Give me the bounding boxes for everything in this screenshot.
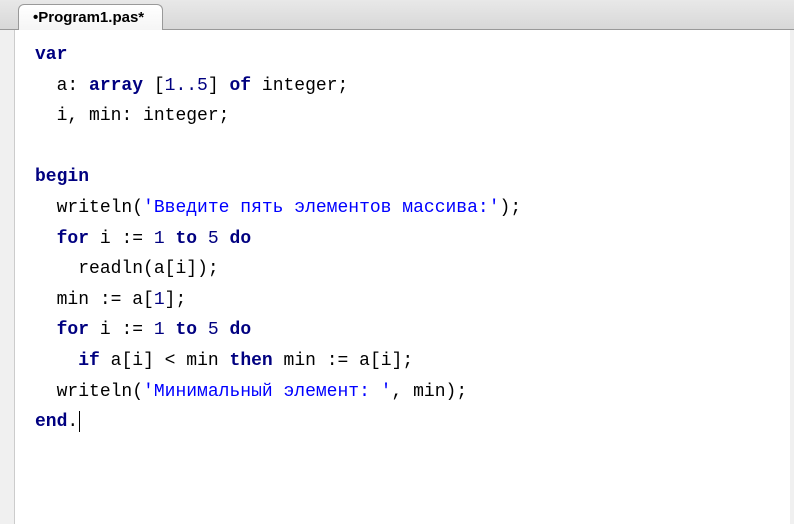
keyword-of: of <box>229 76 251 96</box>
fn-writeln: writeln <box>57 198 133 218</box>
identifier: min <box>57 290 89 310</box>
range: 1..5 <box>165 76 208 96</box>
identifier: min <box>186 351 218 371</box>
identifier: a <box>111 351 122 371</box>
identifier: i <box>57 106 68 126</box>
number: 1 <box>154 229 165 249</box>
identifier: min <box>413 382 445 402</box>
identifier: a <box>359 351 370 371</box>
number: 5 <box>208 229 219 249</box>
keyword-for: for <box>57 229 89 249</box>
keyword-then: then <box>230 351 273 371</box>
number: 5 <box>208 320 219 340</box>
identifier: i <box>100 229 111 249</box>
keyword-begin: begin <box>35 167 89 187</box>
identifier: a <box>154 259 165 279</box>
keyword-end: end <box>35 412 67 432</box>
fn-readln: readln <box>78 259 143 279</box>
identifier: min <box>89 106 121 126</box>
type-integer: integer <box>262 76 338 96</box>
number: 1 <box>154 290 165 310</box>
identifier: i <box>175 259 186 279</box>
identifier: i <box>381 351 392 371</box>
keyword-if: if <box>78 351 100 371</box>
file-tab[interactable]: •Program1.pas* <box>18 4 163 30</box>
identifier: i <box>132 351 143 371</box>
keyword-for: for <box>57 320 89 340</box>
code-editor[interactable]: var a: array [1..5] of integer; i, min: … <box>14 30 790 524</box>
keyword-array: array <box>89 76 143 96</box>
keyword-to: to <box>175 229 197 249</box>
fn-writeln: writeln <box>57 382 133 402</box>
identifier: min <box>284 351 316 371</box>
keyword-do: do <box>230 320 252 340</box>
identifier: a <box>57 76 68 96</box>
text-cursor <box>79 411 80 433</box>
keyword-to: to <box>175 320 197 340</box>
type-integer: integer <box>143 106 219 126</box>
identifier: a <box>132 290 143 310</box>
keyword-do: do <box>230 229 252 249</box>
keyword-var: var <box>35 45 67 65</box>
number: 1 <box>154 320 165 340</box>
string-literal: 'Введите пять элементов массива:' <box>143 198 499 218</box>
file-tab-label: •Program1.pas* <box>33 9 144 26</box>
tab-bar: •Program1.pas* <box>0 0 794 30</box>
identifier: i <box>100 320 111 340</box>
string-literal: 'Минимальный элемент: ' <box>143 382 391 402</box>
